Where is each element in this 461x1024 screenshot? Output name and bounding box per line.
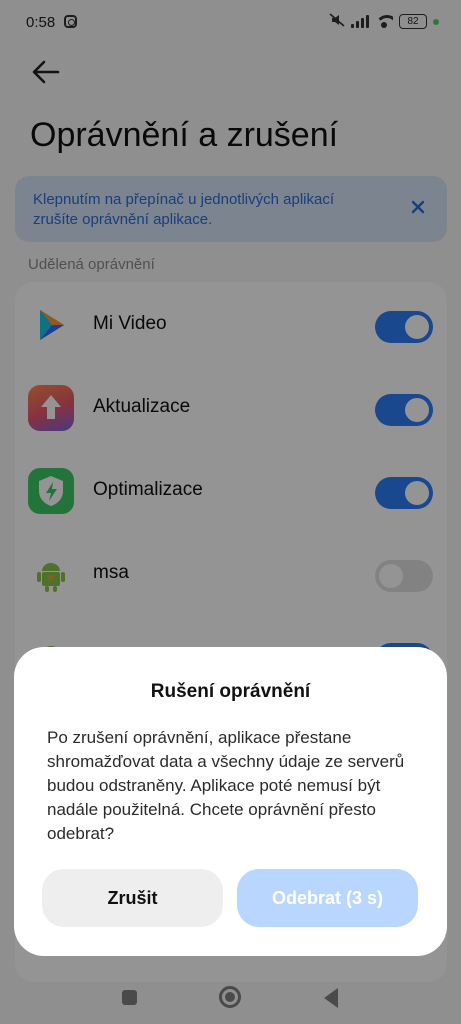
cancel-button[interactable]: Zrušit xyxy=(42,869,223,927)
back-nav-button[interactable] xyxy=(324,988,338,1008)
recents-button[interactable] xyxy=(122,990,137,1005)
dialog-message: Po zrušení oprávnění, aplikace přestane … xyxy=(47,728,405,843)
home-button[interactable] xyxy=(219,986,241,1008)
navigation-bar xyxy=(0,968,461,1024)
revoke-permission-dialog: Rušení oprávnění Po zrušení oprávnění, a… xyxy=(14,647,447,956)
remove-button[interactable]: Odebrat (3 s) xyxy=(237,869,418,927)
dialog-title: Rušení oprávnění xyxy=(150,681,311,702)
